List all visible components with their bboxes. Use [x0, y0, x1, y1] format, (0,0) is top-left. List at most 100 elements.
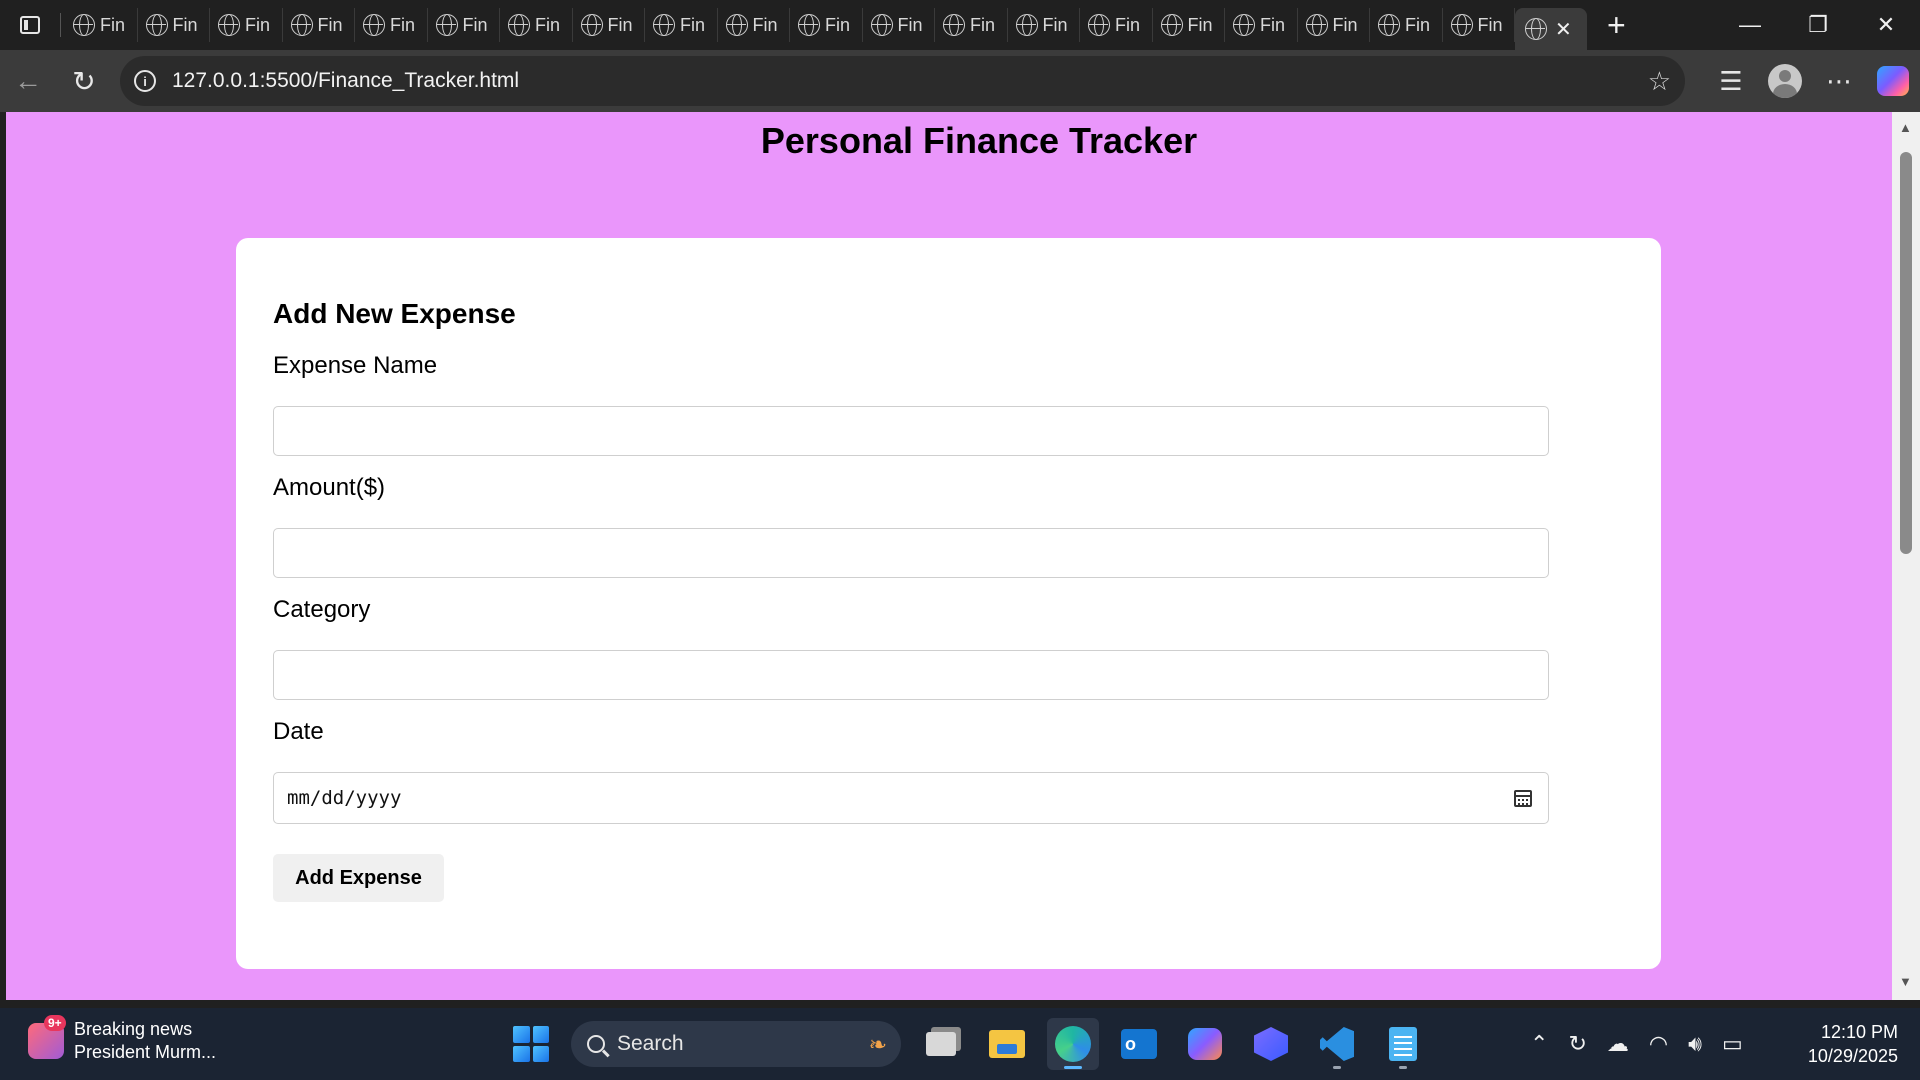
browser-tab[interactable]: Fin — [1080, 8, 1153, 42]
browser-tab[interactable]: Fin — [355, 8, 428, 42]
browser-tab[interactable]: Fin — [1225, 8, 1298, 42]
category-input[interactable] — [273, 650, 1549, 700]
back-button[interactable]: ← — [0, 56, 56, 106]
tab-title: Fin — [172, 14, 198, 35]
expense-form-card: Add New Expense Expense Name Amount($) C… — [236, 238, 1661, 969]
favorites-icon: ☰ — [1719, 65, 1743, 96]
browser-tab[interactable]: Fin — [863, 8, 935, 42]
browser-tab[interactable]: Fin — [138, 8, 210, 42]
browser-tab[interactable]: Fin — [1298, 8, 1370, 42]
browser-tab[interactable]: Fin — [1443, 8, 1515, 42]
tab-title: Fin — [1477, 14, 1503, 35]
profile-button[interactable] — [1758, 56, 1812, 106]
toolbar-right: ☰ ⋯ — [1704, 50, 1920, 112]
globe-icon — [580, 14, 603, 36]
sync-icon[interactable]: ↻ — [1568, 1031, 1586, 1057]
globe-icon — [1160, 14, 1183, 36]
tab-title: Fin — [1042, 14, 1068, 35]
globe-icon — [1450, 14, 1473, 36]
browser-tab[interactable]: Fin — [645, 8, 718, 42]
add-expense-button[interactable]: Add Expense — [273, 854, 444, 902]
calendar-icon[interactable] — [1514, 790, 1532, 807]
scroll-down-icon[interactable]: ▼ — [1899, 974, 1912, 989]
clock[interactable]: 12:10 PM 10/29/2025 — [1808, 1020, 1898, 1068]
browser-tab[interactable]: Fin — [1370, 8, 1443, 42]
edge-button[interactable] — [1047, 1018, 1099, 1070]
tab-title: Fin — [100, 14, 126, 35]
search-icon — [587, 1035, 605, 1053]
browser-tab[interactable]: Fin — [718, 8, 790, 42]
address-toolbar: ← ↻ i 127.0.0.1:5500/Finance_Tracker.htm… — [0, 50, 1920, 112]
vscode-button[interactable] — [1311, 1018, 1363, 1070]
globe-icon — [145, 14, 168, 36]
site-info-icon[interactable]: i — [134, 70, 156, 92]
volume-icon[interactable]: 🔊︎ — [1688, 1031, 1702, 1057]
expense-name-input[interactable] — [273, 406, 1549, 456]
reload-button[interactable]: ↻ — [56, 56, 112, 106]
settings-more-button[interactable]: ⋯ — [1812, 56, 1866, 106]
browser-tab[interactable]: Fin — [1153, 8, 1225, 42]
restore-button[interactable]: ❐ — [1784, 0, 1852, 50]
minimize-button[interactable]: — — [1716, 0, 1784, 50]
system-tray: ⌃ ↻ ☁ ◠ 🔊︎ ▭ — [1530, 1024, 1743, 1064]
folder-icon — [989, 1030, 1025, 1058]
globe-icon — [508, 14, 530, 36]
tab-title: Fin — [535, 14, 561, 35]
browser-tab[interactable]: Fin — [790, 8, 863, 42]
running-indicator — [1399, 1066, 1407, 1069]
taskbar-search[interactable]: Search ❧ — [571, 1021, 901, 1067]
browser-tab[interactable]: Fin — [210, 8, 283, 42]
tab-title: Fin — [1187, 14, 1213, 35]
address-bar[interactable]: i 127.0.0.1:5500/Finance_Tracker.html ☆ — [120, 56, 1685, 106]
browser-tab[interactable]: Fin — [65, 8, 138, 42]
browser-tab[interactable]: Fin — [500, 8, 573, 42]
tab-title: Fin — [1332, 14, 1358, 35]
search-highlight-icon: ❧ — [868, 1032, 887, 1057]
back-arrow-icon: ← — [14, 65, 42, 96]
outlook-icon: o — [1121, 1029, 1157, 1059]
scroll-up-icon[interactable]: ▲ — [1899, 120, 1912, 135]
news-widget[interactable]: 9+ Breaking news President Murm... — [28, 1015, 216, 1064]
tab-actions-button[interactable] — [0, 0, 60, 50]
tab-title: Fin — [245, 14, 271, 35]
globe-icon — [943, 14, 965, 36]
tab-title: Fin — [680, 14, 706, 35]
tab-title: Fin — [1115, 14, 1141, 35]
form-heading: Add New Expense — [273, 298, 516, 329]
close-tab-icon[interactable]: ✕ — [1555, 17, 1572, 42]
browser-tab[interactable]: Fin — [283, 8, 355, 42]
start-button[interactable] — [505, 1018, 557, 1070]
globe-icon — [1525, 18, 1547, 40]
more-icon: ⋯ — [1826, 65, 1852, 96]
chevron-up-icon[interactable]: ⌃ — [1530, 1031, 1548, 1057]
date-input[interactable]: mm/dd/yyyy — [273, 772, 1549, 824]
tab-title: Fin — [825, 14, 851, 35]
hex-app-button[interactable] — [1245, 1018, 1297, 1070]
browser-tab[interactable]: Fin — [1008, 8, 1080, 42]
favorites-button[interactable]: ☰ — [1704, 56, 1758, 106]
amount-input[interactable] — [273, 528, 1549, 578]
notepad-button[interactable] — [1377, 1018, 1429, 1070]
outlook-button[interactable]: o — [1113, 1018, 1165, 1070]
scroll-thumb[interactable] — [1900, 152, 1912, 554]
task-view-button[interactable] — [915, 1018, 967, 1070]
wifi-icon[interactable]: ◠ — [1649, 1031, 1668, 1057]
close-window-button[interactable]: ✕ — [1852, 0, 1920, 50]
page-scrollbar[interactable]: ▲ ▼ — [1892, 112, 1920, 1000]
news-badge: 9+ — [44, 1015, 66, 1031]
edge-icon — [1055, 1026, 1091, 1062]
file-explorer-button[interactable] — [981, 1018, 1033, 1070]
active-tab[interactable]: ✕ — [1515, 8, 1587, 50]
battery-icon[interactable]: ▭ — [1722, 1031, 1743, 1057]
copilot-button[interactable] — [1866, 56, 1920, 106]
vscode-icon — [1320, 1027, 1354, 1061]
favorite-star-icon[interactable]: ☆ — [1648, 66, 1671, 97]
browser-tab[interactable]: Fin — [573, 8, 645, 42]
cloud-icon[interactable]: ☁ — [1607, 1031, 1629, 1057]
tab-title: Fin — [897, 14, 923, 35]
browser-tab[interactable]: Fin — [428, 8, 500, 42]
new-tab-button[interactable]: + — [1607, 7, 1626, 44]
browser-tab[interactable]: Fin — [935, 8, 1008, 42]
tab-title: Fin — [462, 14, 488, 35]
copilot-app-button[interactable] — [1179, 1018, 1231, 1070]
